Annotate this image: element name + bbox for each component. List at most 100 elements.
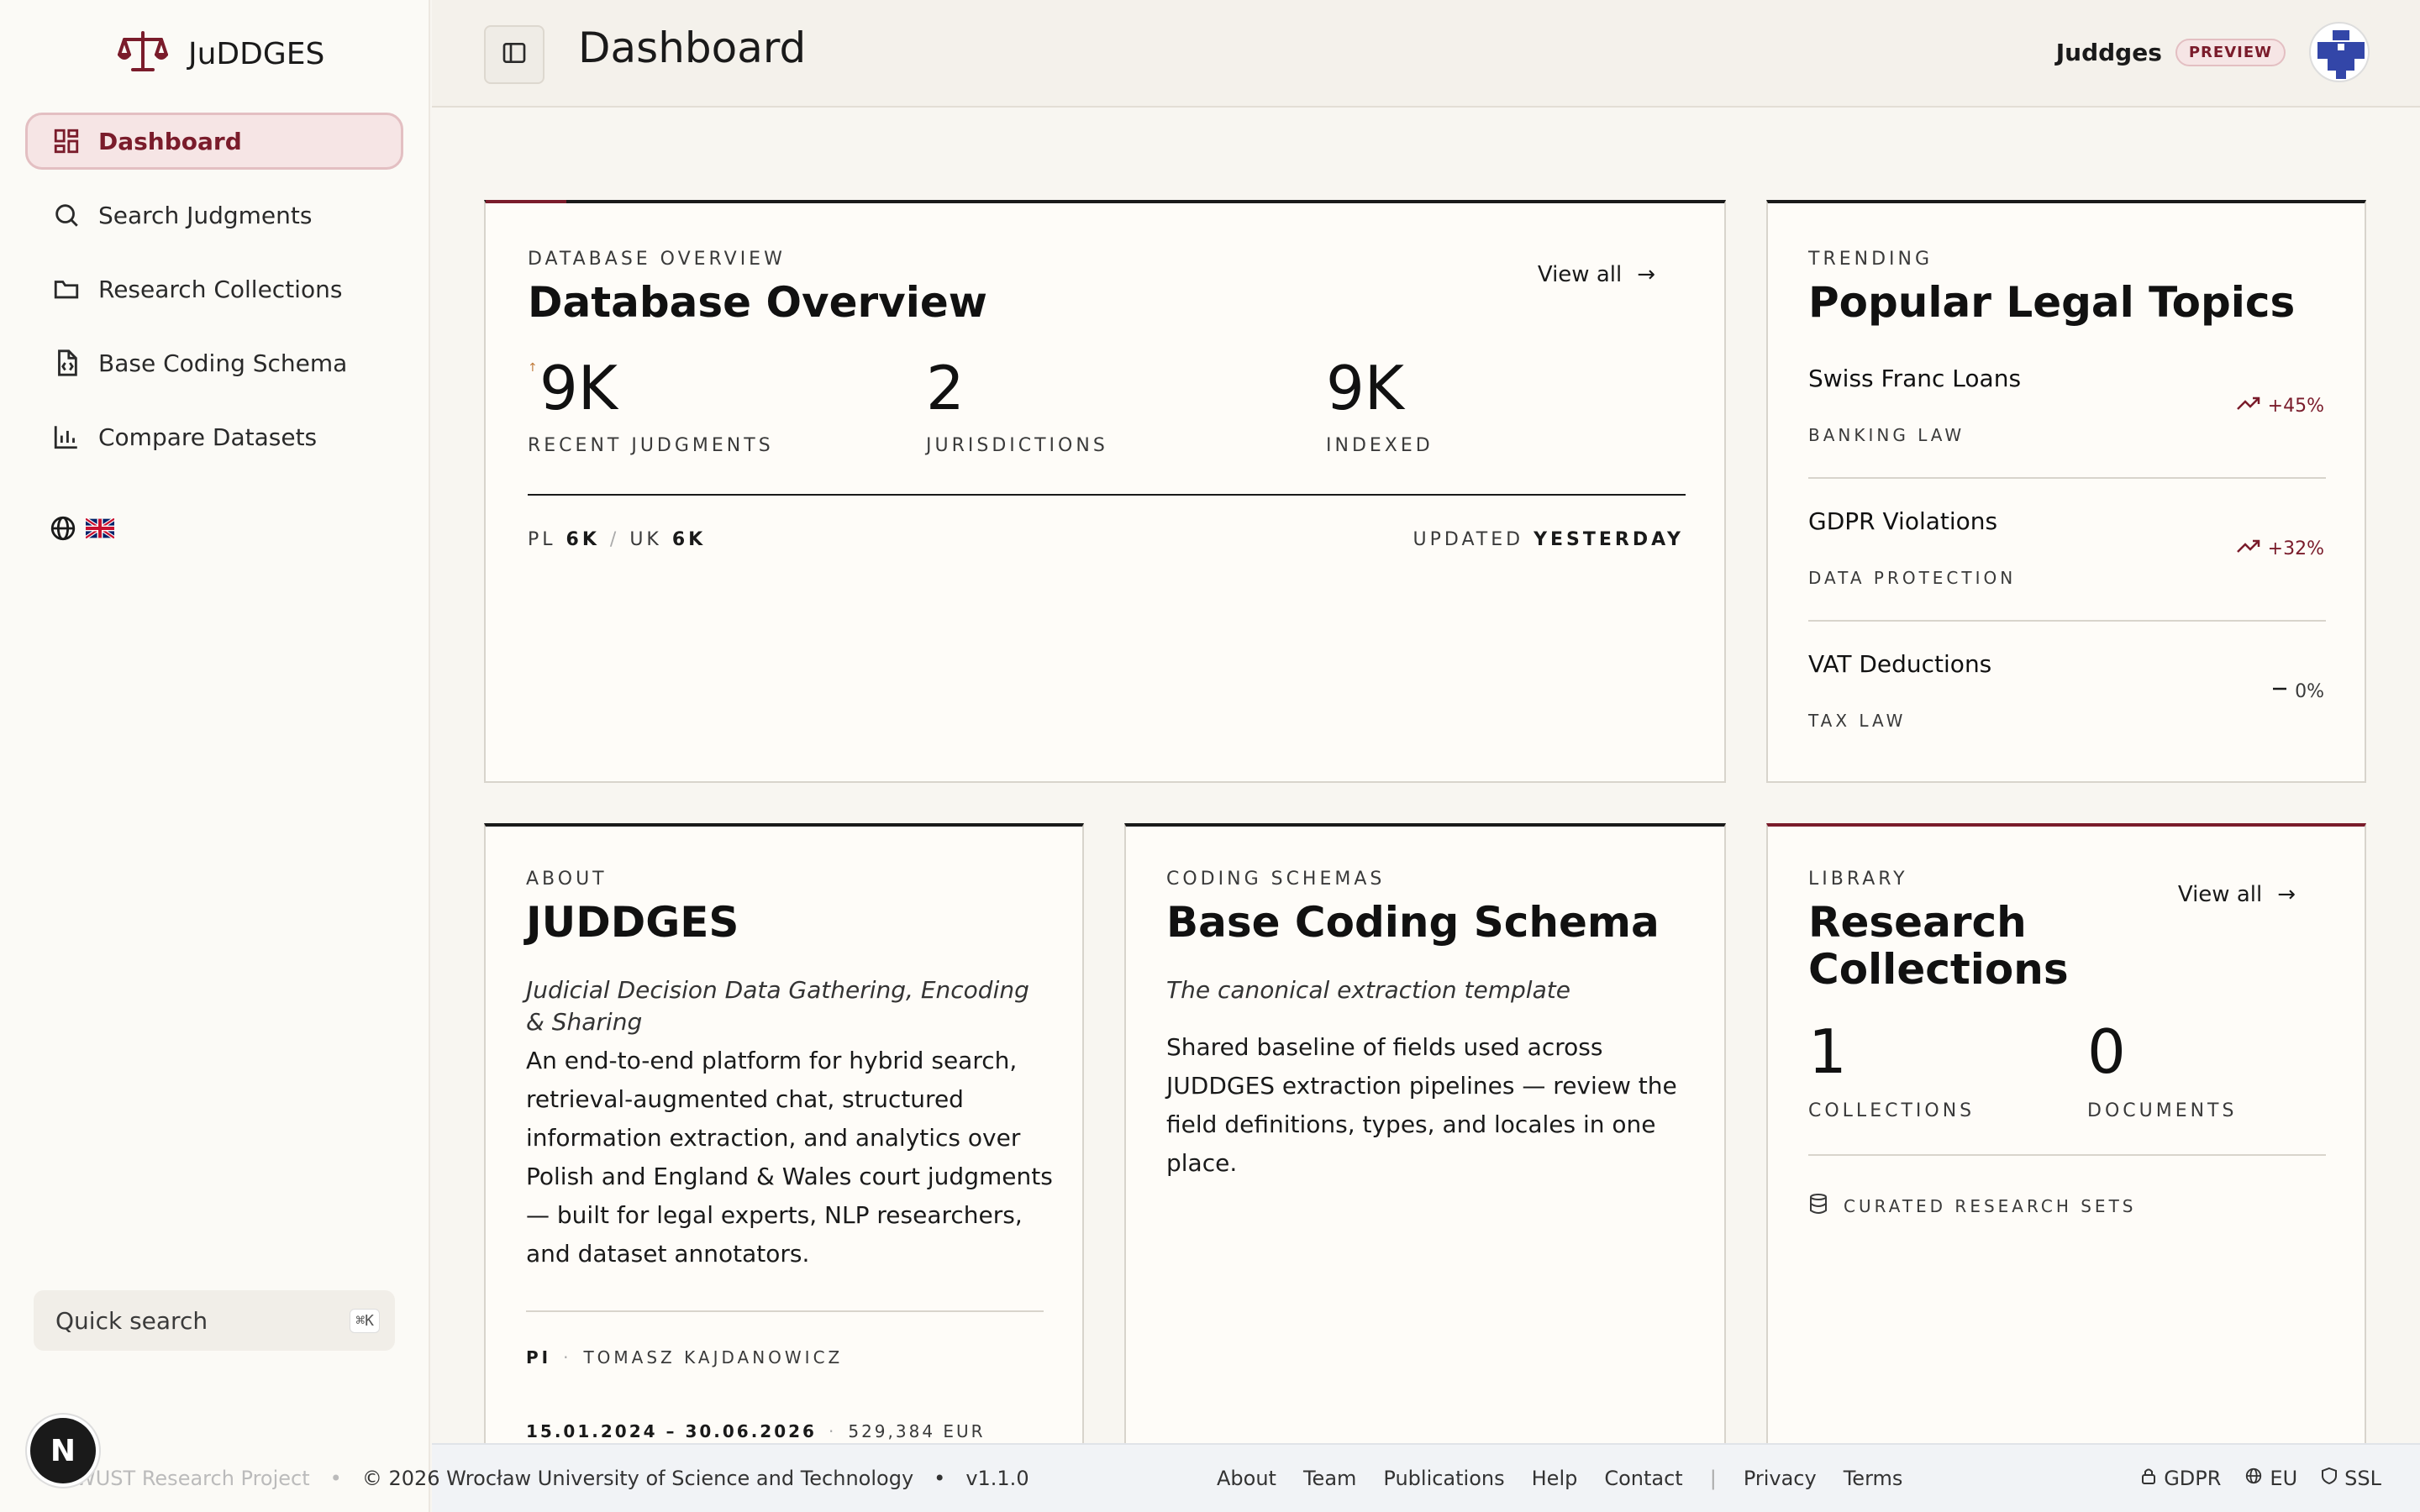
sidebar-item-label: Compare Datasets	[98, 423, 318, 451]
footer-link-about[interactable]: About	[1217, 1467, 1276, 1490]
stat-documents-label: DOCUMENTS	[2087, 1100, 2238, 1121]
gdpr-label: GDPR	[2164, 1467, 2222, 1490]
trending-up-icon	[2236, 395, 2261, 417]
card-body: An end-to-end platform for hybrid search…	[526, 1047, 1053, 1268]
separator: •	[934, 1467, 946, 1490]
topic-change: +32%	[2267, 538, 2324, 559]
project-budget: 529,384 EUR	[848, 1421, 986, 1441]
uk-value: 6K	[671, 529, 707, 550]
stat-indexed-value: 9K	[1326, 353, 1405, 423]
footer: WUST Research Project • © 2026 Wrocław U…	[76, 1443, 2420, 1512]
ssl-label: SSL	[2344, 1467, 2381, 1490]
footer-link-help[interactable]: Help	[1532, 1467, 1578, 1490]
separator: •	[329, 1467, 342, 1490]
footer-links: About Team Publications Help Contact | P…	[1217, 1467, 1902, 1490]
topic-name: VAT Deductions	[1808, 650, 1992, 678]
footer-meta: WUST Research Project • © 2026 Wrocław U…	[76, 1467, 1029, 1490]
shield-icon	[2321, 1467, 2338, 1490]
sidebar-item-research-collections[interactable]: Research Collections	[25, 260, 403, 318]
project-dates-budget: 15.01.2024 – 30.06.2026 · 529,384 EUR	[526, 1421, 986, 1441]
trending-topics-card: TRENDING Popular Legal Topics Swiss Fran…	[1766, 200, 2366, 783]
topic-name: Swiss Franc Loans	[1808, 365, 2022, 392]
pi-name: TOMASZ KAJDANOWICZ	[583, 1347, 844, 1368]
stat-indexed-label: INDEXED	[1326, 435, 1434, 456]
topic-name: GDPR Violations	[1808, 507, 1998, 535]
footer-link-terms[interactable]: Terms	[1844, 1467, 1903, 1490]
ssl-badge: SSL	[2321, 1467, 2381, 1490]
stat-jurisdictions-label: JURISDICTIONS	[926, 435, 1108, 456]
sidebar: JuDDGES Dashboard Search Judgments Resea…	[0, 0, 430, 1512]
separator: |	[1709, 1467, 1717, 1490]
divider	[1808, 1154, 2326, 1156]
user-menu[interactable]: Juddges PREVIEW	[2056, 22, 2370, 82]
card-title: Research Collections	[1808, 898, 2069, 994]
card-title: Database Overview	[528, 278, 987, 327]
card-eyebrow: DATABASE OVERVIEW	[528, 249, 786, 270]
view-all-link[interactable]: View all →	[1538, 262, 1655, 287]
updated-label: UPDATED	[1413, 529, 1524, 550]
scales-icon	[118, 29, 168, 78]
arrow-right-icon: →	[1637, 262, 1655, 287]
updated-status: UPDATED YESTERDAY	[1413, 529, 1684, 550]
stat-jurisdictions-value: 2	[926, 353, 965, 423]
eu-label: EU	[2270, 1467, 2298, 1490]
topic-trend: +32%	[2236, 538, 2324, 559]
page-title: Dashboard	[578, 24, 807, 72]
trending-up-icon	[2236, 538, 2261, 559]
topic-change: 0%	[2295, 680, 2324, 702]
sidebar-toggle-button[interactable]	[484, 25, 544, 84]
topic-trend: 0%	[2271, 680, 2324, 702]
keyboard-shortcut: ⌘K	[350, 1308, 380, 1333]
quick-search-button[interactable]: Quick search ⌘K	[34, 1290, 395, 1351]
sidebar-item-label: Base Coding Schema	[98, 349, 348, 377]
view-all-label: View all	[1537, 262, 1623, 287]
footer-link-privacy[interactable]: Privacy	[1744, 1467, 1817, 1490]
divider	[526, 1310, 1044, 1312]
footer-copyright: © 2026 Wrocław University of Science and…	[361, 1467, 914, 1490]
avatar[interactable]	[2309, 22, 2370, 82]
coding-schema-card[interactable]: CODING SCHEMAS Base Coding Schema The ca…	[1124, 823, 1726, 1462]
separator: ·	[828, 1421, 837, 1441]
topic-category: TAX LAW	[1808, 711, 1907, 731]
view-all-label: View all	[2177, 882, 2263, 907]
language-switcher[interactable]	[49, 514, 116, 546]
search-icon	[51, 200, 82, 230]
footer-link-contact[interactable]: Contact	[1604, 1467, 1682, 1490]
arrow-right-icon: →	[2277, 882, 2296, 907]
sidebar-item-search-judgments[interactable]: Search Judgments	[25, 186, 403, 244]
card-body: Shared baseline of fields used across JU…	[1166, 1033, 1677, 1177]
pl-value: 6K	[566, 529, 600, 550]
sidebar-item-dashboard[interactable]: Dashboard	[25, 113, 403, 170]
card-eyebrow: LIBRARY	[1808, 869, 1908, 890]
topic-category: BANKING LAW	[1808, 425, 1965, 445]
lock-icon	[2140, 1467, 2157, 1490]
user-initial-avatar[interactable]: N	[30, 1418, 96, 1483]
globe-icon	[49, 514, 77, 546]
sidebar-panel-icon	[501, 39, 528, 70]
eu-badge: EU	[2244, 1467, 2297, 1490]
project-dates: 15.01.2024 – 30.06.2026	[526, 1421, 817, 1441]
brand-logo[interactable]: JuDDGES	[118, 29, 324, 79]
brand-name: JuDDGES	[188, 36, 325, 71]
footer-link-publications[interactable]: Publications	[1383, 1467, 1504, 1490]
separator: /	[609, 529, 620, 550]
stat-collections-label: COLLECTIONS	[1808, 1100, 1975, 1121]
footer-link-team[interactable]: Team	[1303, 1467, 1356, 1490]
uk-flag-icon	[84, 517, 116, 542]
research-collections-card: LIBRARY Research Collections View all → …	[1766, 823, 2366, 1462]
top-header: Dashboard Juddges PREVIEW	[432, 0, 2420, 108]
bar-chart-icon	[51, 422, 82, 452]
card-eyebrow: CODING SCHEMAS	[1166, 869, 1386, 890]
sidebar-item-compare-datasets[interactable]: Compare Datasets	[25, 408, 403, 465]
separator: ·	[563, 1347, 572, 1368]
globe-icon	[2244, 1467, 2263, 1490]
topic-trend: +45%	[2236, 395, 2324, 417]
view-all-link[interactable]: View all →	[2178, 882, 2296, 907]
sidebar-item-base-coding-schema[interactable]: Base Coding Schema	[25, 334, 403, 391]
sidebar-item-label: Search Judgments	[98, 201, 313, 229]
card-title: JUDDGES	[526, 898, 739, 947]
divider	[528, 494, 1686, 496]
about-card: ABOUT JUDDGES Judicial Decision Data Gat…	[484, 823, 1084, 1462]
footer-version: v1.1.0	[965, 1467, 1029, 1490]
minus-icon	[2271, 680, 2288, 702]
